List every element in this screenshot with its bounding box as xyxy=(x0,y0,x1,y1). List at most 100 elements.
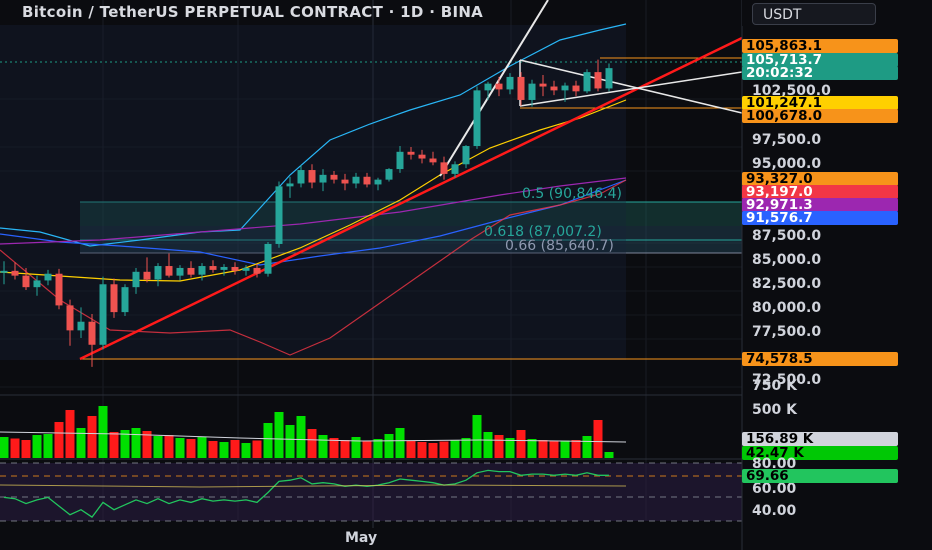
candle-body xyxy=(0,270,8,273)
fib-label-0.66: 0.66 (85,640.7) xyxy=(505,238,614,254)
volume-bar xyxy=(43,434,53,458)
price-tick: 97,500.0 xyxy=(752,132,822,148)
volume-bar xyxy=(263,423,273,458)
volume-bar xyxy=(32,435,42,458)
volume-bar xyxy=(472,415,482,458)
volume-bar xyxy=(604,452,614,458)
fib-label-0.5: 0.5 (90,846.4) xyxy=(522,186,622,202)
volume-bar xyxy=(461,438,471,458)
volume-bar xyxy=(21,440,31,458)
volume-bar xyxy=(549,441,559,458)
volume-bar xyxy=(494,435,504,458)
rsi-tick: 40.00 xyxy=(752,503,797,519)
candle-body xyxy=(451,164,459,174)
candle-body xyxy=(264,243,272,274)
candle-body xyxy=(242,267,250,271)
volume-bar xyxy=(428,443,438,458)
candle-body xyxy=(220,267,228,270)
candle-body xyxy=(319,174,327,183)
price-tick: 85,000.0 xyxy=(752,252,822,268)
price-tick: 82,500.0 xyxy=(752,276,822,292)
volume-bar xyxy=(384,434,394,458)
volume-bar xyxy=(395,428,405,458)
candle-body xyxy=(429,158,437,163)
volume-bar xyxy=(450,440,460,458)
candle-body xyxy=(308,170,316,183)
candle-body xyxy=(330,174,338,180)
volume-bar xyxy=(505,438,515,458)
volume-bar xyxy=(582,436,592,458)
chart-title: Bitcoin / TetherUS PERPETUAL CONTRACT · … xyxy=(22,3,484,21)
candle-body xyxy=(88,321,96,345)
price-tag-bb-basis: 91,576.7 xyxy=(742,211,898,225)
rsi-background xyxy=(0,463,742,521)
volume-bar xyxy=(153,436,163,458)
x-axis-label-may: May xyxy=(345,530,378,546)
candle-body xyxy=(495,83,503,90)
volume-bar xyxy=(593,420,603,458)
volume-bar xyxy=(439,441,449,458)
candle-body xyxy=(187,267,195,275)
price-tick: 87,500.0 xyxy=(752,228,822,244)
volume-bar xyxy=(362,441,372,458)
price-tick: 77,500.0 xyxy=(752,324,822,340)
candle-body xyxy=(253,267,261,274)
volume-bar xyxy=(98,406,108,458)
volume-bar xyxy=(65,410,75,458)
volume-bar xyxy=(109,432,119,458)
candle-body xyxy=(517,76,525,100)
candle-body xyxy=(440,162,448,174)
candle-body xyxy=(275,186,283,244)
volume-bar xyxy=(10,438,20,458)
volume-bar xyxy=(164,435,174,458)
volume-bar xyxy=(406,441,416,458)
candle-body xyxy=(385,169,393,180)
volume-bar xyxy=(417,442,427,458)
candle-body xyxy=(231,267,239,271)
volume-tag-ma: 156.89 K xyxy=(742,432,898,446)
currency-button[interactable]: USDT xyxy=(752,3,876,25)
price-tick: 80,000.0 xyxy=(752,300,822,316)
volume-bar xyxy=(219,442,229,458)
volume-bar xyxy=(340,440,350,458)
candle-body xyxy=(44,273,52,281)
candle-body xyxy=(341,179,349,184)
candle-body xyxy=(363,176,371,185)
volume-bar xyxy=(307,429,317,458)
candle-body xyxy=(462,146,470,165)
volume-bar xyxy=(373,439,383,458)
volume-bar xyxy=(571,440,581,458)
volume-bar xyxy=(351,437,361,458)
volume-bar xyxy=(274,412,284,458)
candle-body xyxy=(121,287,129,313)
candle-body xyxy=(286,183,294,187)
price-tag-low: 74,578.5 xyxy=(742,352,898,366)
candle-body xyxy=(506,76,514,90)
candle-body xyxy=(77,321,85,331)
candle-body xyxy=(209,266,217,270)
candle-body xyxy=(407,151,415,155)
volume-bar xyxy=(208,441,218,458)
candle-body xyxy=(33,280,41,288)
volume-bar xyxy=(87,416,97,458)
volume-bar xyxy=(197,437,207,458)
candle-body xyxy=(352,176,360,184)
volume-bar xyxy=(241,443,251,458)
candle-body xyxy=(396,151,404,170)
volume-bar xyxy=(538,440,548,458)
volume-bar xyxy=(0,437,9,458)
volume-bar xyxy=(76,428,86,458)
volume-bar xyxy=(329,438,339,458)
candle-body xyxy=(143,271,151,280)
candle-body xyxy=(605,68,613,89)
countdown-tag: 20:02:32 xyxy=(742,66,898,80)
candle-body xyxy=(473,90,481,147)
candle-body xyxy=(154,266,162,280)
candle-body xyxy=(297,170,305,184)
candle-body xyxy=(583,72,591,92)
candle-body xyxy=(418,154,426,159)
volume-bar xyxy=(527,439,537,458)
price-tag-support: 100,678.0 xyxy=(742,109,898,123)
volume-bar xyxy=(175,438,185,458)
volume-tick: 500 K xyxy=(752,402,797,418)
